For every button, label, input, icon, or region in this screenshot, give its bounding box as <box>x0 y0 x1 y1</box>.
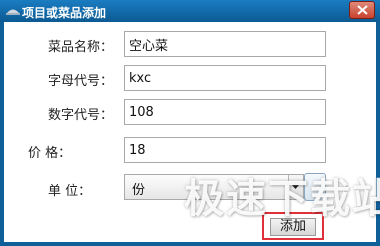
unit-label: 单 位： <box>48 184 92 199</box>
unit-extra-button[interactable] <box>304 173 326 201</box>
app-icon <box>6 6 20 16</box>
close-icon <box>357 5 368 15</box>
close-button[interactable] <box>349 1 375 19</box>
letter-code-field[interactable] <box>124 65 326 91</box>
form-panel: 菜品名称： 字母代号： 数字代号： 价 格： 单 位： 份 添加 <box>4 22 376 242</box>
chevron-down-icon <box>292 185 299 189</box>
name-field[interactable] <box>124 31 326 57</box>
title-bar[interactable]: 项目或菜品添加 <box>0 0 380 22</box>
window-title: 项目或菜品添加 <box>22 6 107 20</box>
add-button-highlight: 添加 <box>262 212 324 240</box>
name-label: 菜品名称： <box>48 40 114 55</box>
price-field[interactable] <box>124 137 326 163</box>
dialog-window: 项目或菜品添加 菜品名称： 字母代号： 数字代号： 价 格： 单 位： 份 <box>0 0 380 246</box>
unit-select[interactable]: 份 <box>124 174 304 200</box>
price-label: 价 格： <box>28 146 72 161</box>
unit-select-value: 份 <box>132 183 146 198</box>
add-button[interactable]: 添加 <box>270 218 316 236</box>
number-code-field[interactable] <box>124 99 326 125</box>
unit-select-arrow[interactable] <box>288 175 303 199</box>
number-code-label: 数字代号： <box>48 108 114 123</box>
letter-code-label: 字母代号： <box>48 74 114 89</box>
